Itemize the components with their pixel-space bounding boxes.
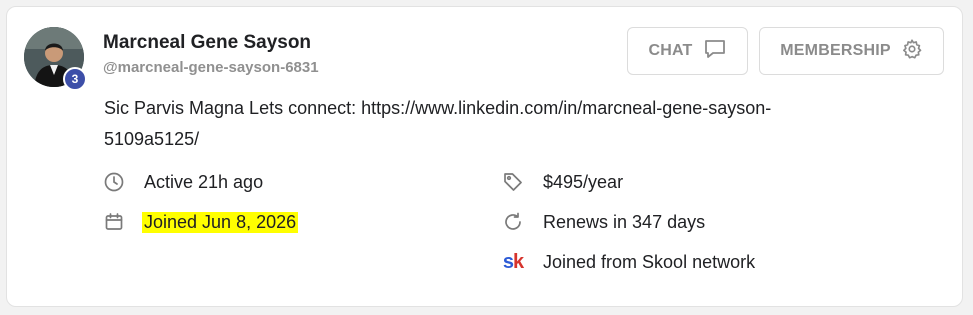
joined-text: Joined Jun 8, 2026 — [142, 211, 299, 233]
renews-text: Renews in 347 days — [543, 211, 706, 232]
bio-line-2[interactable]: 5109a5125/ — [104, 124, 884, 155]
source-text: Joined from Skool network — [543, 251, 756, 272]
calendar-icon — [103, 211, 125, 233]
renewal-info: Renews in 347 days — [502, 211, 705, 233]
membership-button-label: MEMBERSHIP — [780, 42, 891, 59]
join-source: sk Joined from Skool network — [502, 251, 755, 273]
tag-icon — [502, 171, 524, 193]
member-name[interactable]: Marcneal Gene Sayson — [103, 32, 311, 54]
membership-price: $495/year — [502, 171, 623, 193]
active-status: Active 21h ago — [103, 171, 263, 193]
chat-bubble-icon — [703, 38, 727, 65]
member-card: 3 Marcneal Gene Sayson @marcneal-gene-sa… — [6, 6, 963, 307]
active-text: Active 21h ago — [144, 171, 264, 192]
member-bio: Sic Parvis Magna Lets connect: https://w… — [104, 93, 884, 155]
level-badge: 3 — [63, 67, 87, 91]
chat-button-label: CHAT — [648, 42, 693, 59]
chat-button[interactable]: CHAT — [627, 27, 748, 75]
membership-button[interactable]: MEMBERSHIP — [759, 27, 944, 75]
joined-date: Joined Jun 8, 2026 — [103, 211, 299, 233]
gear-icon — [901, 38, 923, 65]
bio-line-1[interactable]: Sic Parvis Magna Lets connect: https://w… — [104, 93, 884, 124]
avatar-wrap[interactable]: 3 — [24, 27, 88, 91]
clock-icon — [103, 171, 125, 193]
member-handle: @marcneal-gene-sayson-6831 — [103, 59, 319, 76]
refresh-icon — [502, 211, 524, 233]
skool-logo-icon: sk — [502, 251, 524, 273]
price-text: $495/year — [543, 171, 624, 192]
